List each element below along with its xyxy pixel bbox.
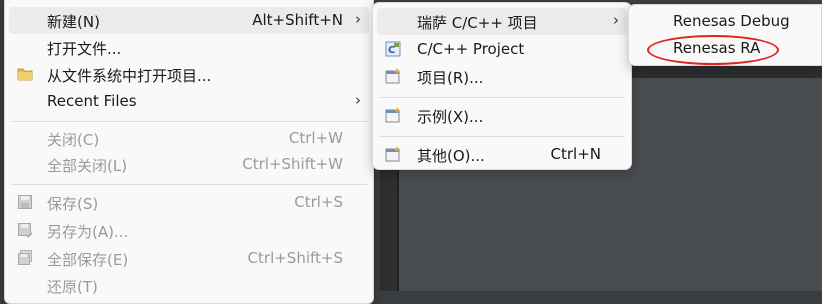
menu-item-label: 瑞萨 C/C++ 项目 [417, 14, 538, 32]
menu-item-renesas-debug[interactable]: Renesas Debug [633, 8, 817, 35]
menu-item-label: C/C++ Project [417, 40, 525, 58]
menu-item-cpp-project[interactable]: C C/C++ Project [377, 36, 627, 63]
menu-item-accelerator: Ctrl+S [294, 193, 343, 211]
example-icon [385, 107, 400, 123]
menu-item-label: 另存为(A)... [47, 223, 129, 241]
highlight-annotation-circle [647, 35, 779, 65]
menu-item-close-all[interactable]: 全部关闭(L) Ctrl+Shift+W [9, 151, 369, 178]
menu-item-recent-files[interactable]: Recent Files › [9, 88, 369, 115]
menu-item-label: 项目(R)... [417, 69, 484, 87]
menu-item-label: 其他(O)... [417, 147, 485, 165]
menu-item-label: 保存(S) [47, 195, 99, 213]
menu-item-save-all[interactable]: 全部保存(E) Ctrl+Shift+S [9, 245, 369, 272]
menu-item-label: 示例(X)... [417, 108, 484, 126]
menu-item-label: 全部关闭(L) [47, 157, 128, 175]
save-all-icon [18, 250, 32, 265]
menu-item-label: 还原(T) [47, 278, 98, 296]
menu-item-label: 从文件系统中打开项目... [47, 67, 212, 85]
menu-separator [11, 184, 367, 185]
menu-item-accelerator: Ctrl+Shift+S [247, 249, 343, 267]
submenu-arrow-icon: › [613, 11, 619, 29]
menu-item-accelerator: Alt+Shift+N [252, 11, 343, 29]
menu-item-save-as[interactable]: 另存为(A)... [9, 217, 369, 244]
folder-icon [17, 68, 33, 81]
menu-item-close[interactable]: 关闭(C) Ctrl+W [9, 125, 369, 152]
other-wizard-icon [385, 146, 400, 162]
menu-item-open-projects-from-filesystem[interactable]: 从文件系统中打开项目... [9, 61, 369, 88]
menu-item-example[interactable]: 示例(X)... [377, 102, 627, 129]
menu-item-accelerator: Ctrl+W [288, 129, 343, 147]
menu-item-other[interactable]: 其他(O)... Ctrl+N [377, 141, 627, 168]
menu-item-label: Recent Files [47, 92, 137, 110]
file-menu: 新建(N) Alt+Shift+N › 打开文件... 从文件系统中打开项目..… [4, 0, 374, 304]
menu-item-open-file[interactable]: 打开文件... [9, 34, 369, 61]
menu-item-label: 新建(N) [47, 13, 100, 31]
new-submenu: 瑞萨 C/C++ 项目 › C C/C++ Project 项目(R)... 示… [372, 2, 632, 170]
menu-item-new-project[interactable]: 项目(R)... [377, 63, 627, 90]
menu-separator [379, 97, 625, 98]
menu-separator [11, 121, 367, 122]
save-icon [18, 195, 32, 209]
menu-item-save[interactable]: 保存(S) Ctrl+S [9, 189, 369, 216]
submenu-arrow-icon: › [355, 91, 361, 109]
submenu-arrow-icon: › [355, 10, 361, 28]
menu-item-renesas-cpp-project[interactable]: 瑞萨 C/C++ 项目 › [377, 8, 627, 35]
menu-item-label: 全部保存(E) [47, 251, 129, 269]
menu-item-new[interactable]: 新建(N) Alt+Shift+N › [9, 7, 369, 34]
menu-item-label: 打开文件... [47, 40, 122, 58]
menu-item-revert[interactable]: 还原(T) [9, 272, 369, 299]
menu-item-label: 关闭(C) [47, 131, 100, 149]
menu-item-accelerator: Ctrl+Shift+W [242, 155, 343, 173]
menu-item-label: Renesas Debug [673, 12, 790, 30]
new-project-icon [385, 68, 400, 84]
cpp-project-icon: C [385, 41, 401, 57]
menu-item-accelerator: Ctrl+N [550, 145, 601, 163]
menu-separator [379, 136, 625, 137]
save-as-icon [18, 223, 33, 238]
